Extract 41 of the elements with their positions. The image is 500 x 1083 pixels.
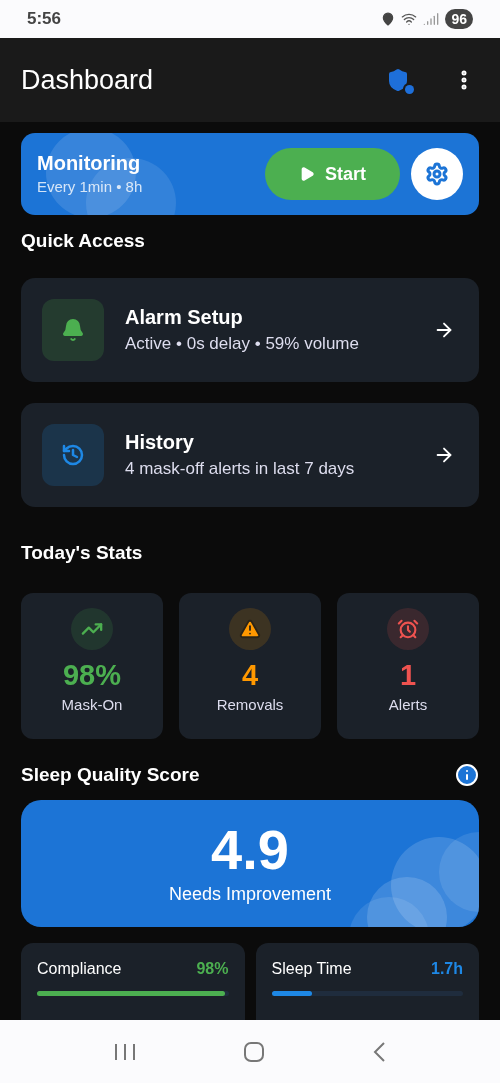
- card-subtitle: Active • 0s delay • 59% volume: [125, 332, 360, 355]
- play-icon: [299, 166, 315, 182]
- history-icon: [61, 442, 85, 467]
- recent-apps-icon[interactable]: [113, 1041, 136, 1062]
- wifi-icon: [401, 11, 418, 27]
- stat-value: 1: [399, 658, 417, 693]
- home-icon[interactable]: [243, 1040, 265, 1063]
- card-title: History: [125, 429, 195, 455]
- stat-label: Mask-On: [61, 695, 123, 715]
- monitoring-title: Monitoring: [37, 150, 142, 176]
- score-rating: Needs Improvement: [168, 882, 332, 906]
- stat-label: Removals: [216, 695, 284, 715]
- info-icon[interactable]: [455, 763, 479, 788]
- section-title: Today's Stats: [21, 540, 144, 565]
- card-title: Alarm Setup: [125, 304, 244, 330]
- score-value: 4.9: [211, 818, 289, 881]
- settings-button[interactable]: [411, 148, 463, 200]
- metric-label: Compliance: [37, 958, 122, 979]
- signal-icon: [423, 11, 440, 27]
- section-title: Quick Access: [21, 229, 146, 253]
- bell-icon: [61, 317, 85, 342]
- stat-value: 4: [241, 658, 259, 693]
- stat-label: Alerts: [388, 695, 428, 715]
- app-title: Dashboard: [21, 63, 154, 97]
- warning-icon: [239, 618, 261, 640]
- quick-access-card[interactable]: Alarm Setup Active • 0s delay • 59% volume: [21, 277, 479, 382]
- alarm-clock-icon: [397, 618, 419, 640]
- battery-level: 96: [445, 9, 473, 29]
- quick-access-card[interactable]: History 4 mask-off alerts in last 7 days: [21, 402, 479, 507]
- shield-account-icon[interactable]: [386, 67, 412, 93]
- status-time: 5:56: [27, 8, 62, 31]
- metric-value: 98%: [196, 958, 229, 979]
- settings-icon: [425, 162, 449, 186]
- card-subtitle: 4 mask-off alerts in last 7 days: [125, 457, 356, 480]
- metric-value: 1.7h: [431, 958, 463, 979]
- monitoring-schedule: Every 1min • 8h: [37, 176, 143, 197]
- back-icon[interactable]: [372, 1040, 387, 1063]
- metric-label: Sleep Time: [271, 958, 352, 979]
- location-icon: [381, 12, 396, 26]
- stat-value: 98%: [62, 658, 121, 693]
- section-title: Sleep Quality Score: [21, 763, 200, 787]
